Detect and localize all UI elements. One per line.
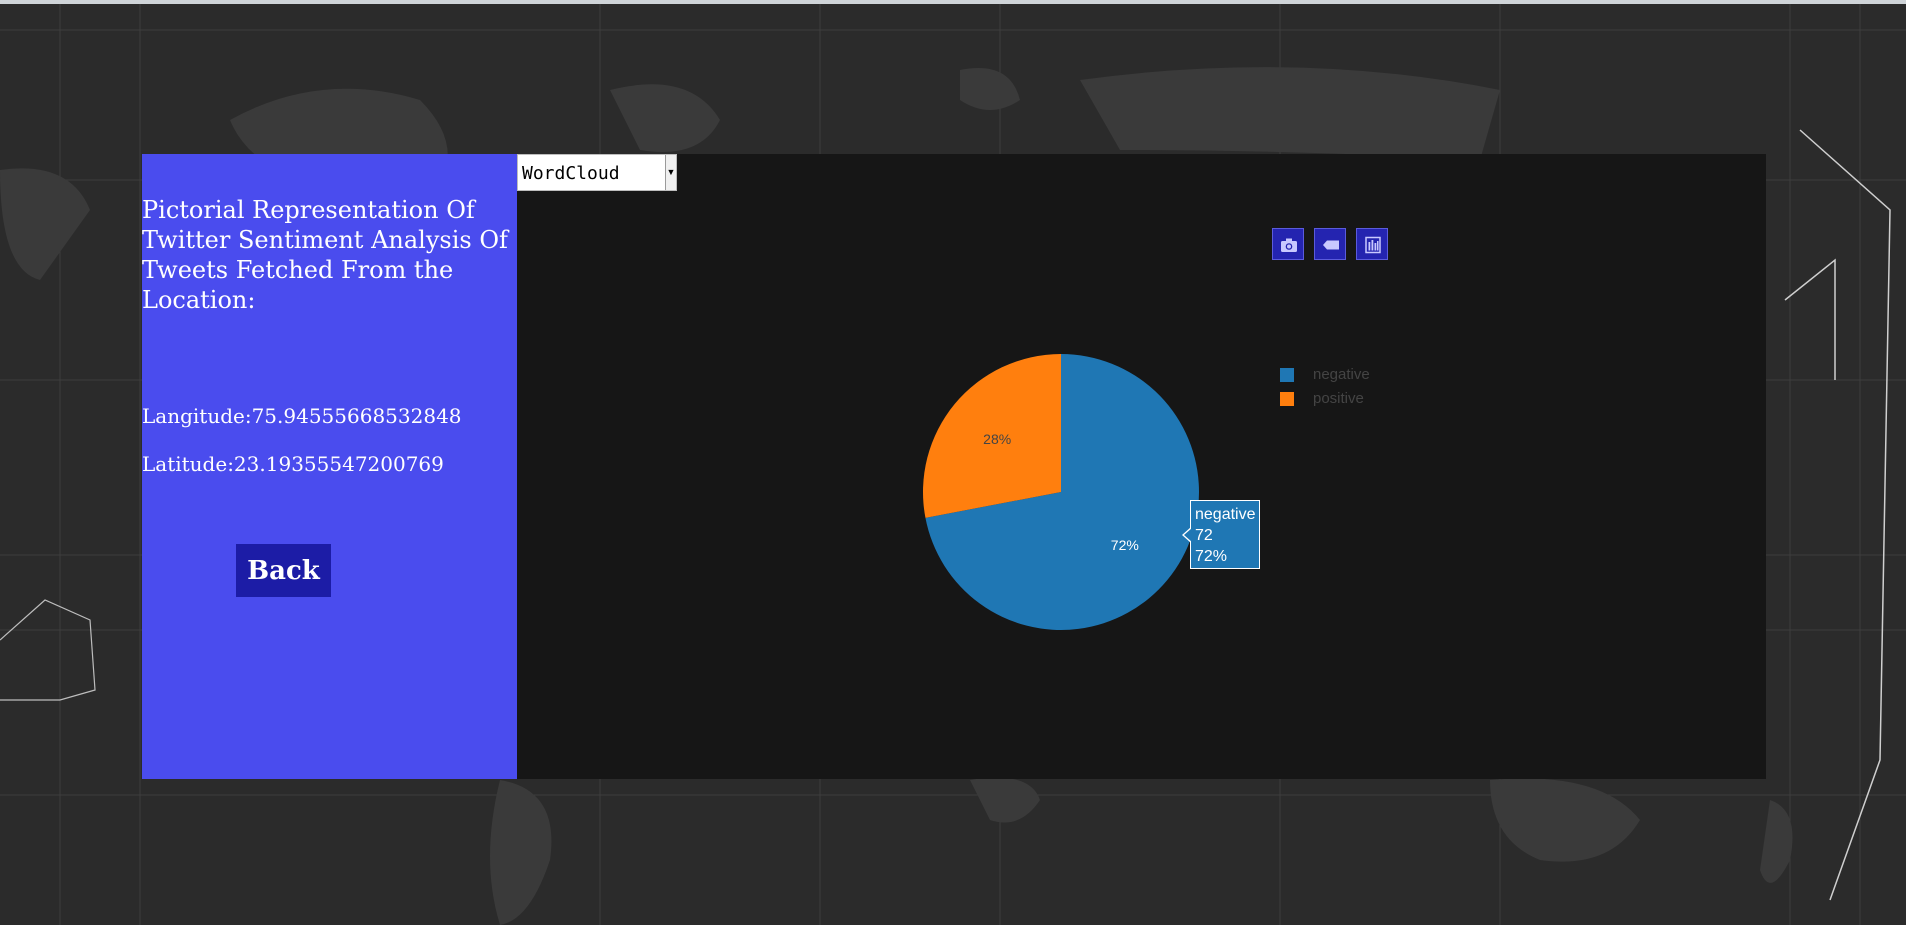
legend-swatch-positive — [1280, 392, 1294, 406]
legend-label-positive: positive — [1313, 390, 1364, 407]
sentiment-pie-chart: 72% 28% — [923, 354, 1199, 630]
page-title: Pictorial Representation Of Twitter Sent… — [142, 196, 508, 314]
hover-tooltip: negative 72 72% — [1182, 500, 1260, 569]
back-button[interactable]: Back — [236, 544, 331, 597]
chart-panel: WordCloud ▼ 72% 28% negative positive ne… — [517, 154, 1766, 779]
pie-label-positive: 28% — [983, 431, 1011, 447]
info-panel: Pictorial Representation Of Twitter Sent… — [142, 154, 517, 779]
pie-label-negative: 72% — [1111, 537, 1139, 553]
window-top-border — [0, 0, 1906, 4]
legend-swatch-negative — [1280, 368, 1294, 382]
latitude-label: Latitude:23.19355547200769 — [142, 452, 444, 476]
tooltip-value: 72 — [1195, 527, 1213, 544]
tooltip-label: negative — [1195, 506, 1256, 523]
tooltip-percent: 72% — [1195, 548, 1228, 565]
legend-label-negative: negative — [1313, 366, 1370, 383]
longitude-label: Langitude:75.94555668532848 — [142, 404, 462, 428]
